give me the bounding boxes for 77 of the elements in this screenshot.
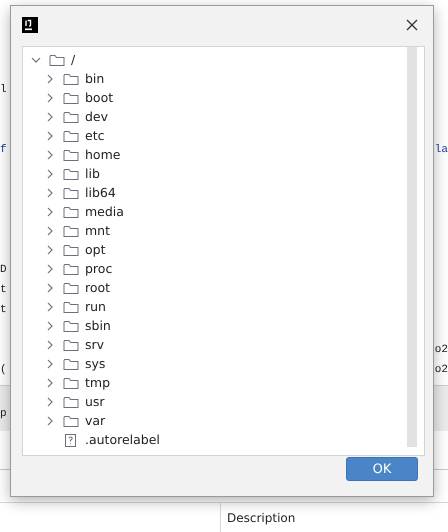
folder-icon [63, 338, 79, 352]
folder-name[interactable]: bin [85, 71, 104, 86]
folder-name[interactable]: root [85, 280, 110, 295]
folder-name[interactable]: sbin [85, 318, 111, 333]
folder-icon [49, 52, 65, 66]
folder-icon [63, 128, 79, 142]
folder-name[interactable]: / [71, 52, 76, 67]
code-fragment: la [434, 144, 448, 156]
folder-name[interactable]: sys [85, 356, 106, 371]
chevron-right-icon[interactable] [45, 112, 55, 122]
code-fragment: p [0, 408, 7, 420]
close-icon[interactable] [406, 19, 418, 31]
chevron-right-icon[interactable] [45, 168, 55, 178]
chevron-right-icon[interactable] [45, 340, 55, 350]
folder-name[interactable]: etc [85, 128, 104, 143]
chevron-right-icon[interactable] [45, 130, 55, 140]
code-fragment: t [0, 304, 7, 316]
chevron-right-icon[interactable] [45, 282, 55, 292]
app-logo-icon [22, 17, 38, 33]
folder-icon [63, 148, 79, 162]
folder-name[interactable]: srv [85, 337, 104, 352]
code-fragment: t [0, 284, 7, 296]
folder-name[interactable]: usr [85, 394, 105, 409]
column-header: Description [226, 510, 296, 527]
folder-name[interactable]: opt [85, 242, 106, 257]
chevron-right-icon[interactable] [45, 396, 55, 406]
unknown-file-icon [63, 432, 79, 446]
chevron-right-icon[interactable] [45, 188, 55, 198]
chevron-down-icon[interactable] [31, 54, 41, 64]
folder-icon [63, 262, 79, 276]
scrollbar-track[interactable] [407, 47, 417, 447]
folder-name[interactable]: lib64 [85, 185, 116, 200]
folder-name[interactable]: var [85, 413, 106, 428]
chevron-right-icon[interactable] [45, 320, 55, 330]
folder-name[interactable]: run [85, 299, 106, 314]
chevron-right-icon[interactable] [45, 206, 55, 216]
folder-icon [63, 72, 79, 86]
chevron-right-icon[interactable] [45, 244, 55, 254]
code-fragment: o2 [434, 364, 448, 376]
chevron-right-icon[interactable] [45, 264, 55, 274]
folder-icon [63, 110, 79, 124]
chevron-right-icon[interactable] [45, 150, 55, 160]
folder-name[interactable]: proc [85, 261, 112, 276]
chevron-right-icon[interactable] [45, 302, 55, 312]
folder-icon [63, 300, 79, 314]
folder-icon [63, 186, 79, 200]
code-fragment: D [0, 264, 7, 276]
chevron-right-icon[interactable] [45, 358, 55, 368]
folder-name[interactable]: tmp [85, 375, 110, 390]
folder-name[interactable]: media [85, 204, 124, 219]
folder-icon [63, 356, 79, 370]
folder-icon [63, 204, 79, 218]
chevron-right-icon[interactable] [45, 416, 55, 426]
folder-icon [63, 394, 79, 408]
folder-name[interactable]: lib [85, 166, 100, 181]
folder-name[interactable]: home [85, 147, 120, 162]
folder-name[interactable]: mnt [85, 223, 110, 238]
chevron-right-icon[interactable] [45, 378, 55, 388]
folder-icon [63, 90, 79, 104]
folder-name[interactable]: boot [85, 90, 114, 105]
folder-name[interactable]: dev [85, 109, 108, 124]
folder-icon [63, 224, 79, 238]
folder-icon [63, 280, 79, 294]
code-fragment: f [0, 144, 7, 156]
file-name[interactable]: .autorelabel [85, 432, 160, 447]
chevron-right-icon[interactable] [45, 226, 55, 236]
code-fragment: l [0, 84, 7, 96]
chevron-right-icon[interactable] [45, 74, 55, 84]
folder-icon [63, 166, 79, 180]
folder-icon [63, 376, 79, 390]
ok-button[interactable]: OK [346, 457, 418, 481]
code-fragment: ( [0, 364, 7, 376]
folder-icon [63, 242, 79, 256]
folder-icon [63, 318, 79, 332]
folder-icon [63, 414, 79, 428]
code-fragment: o2 [434, 344, 448, 356]
chevron-right-icon[interactable] [45, 92, 55, 102]
